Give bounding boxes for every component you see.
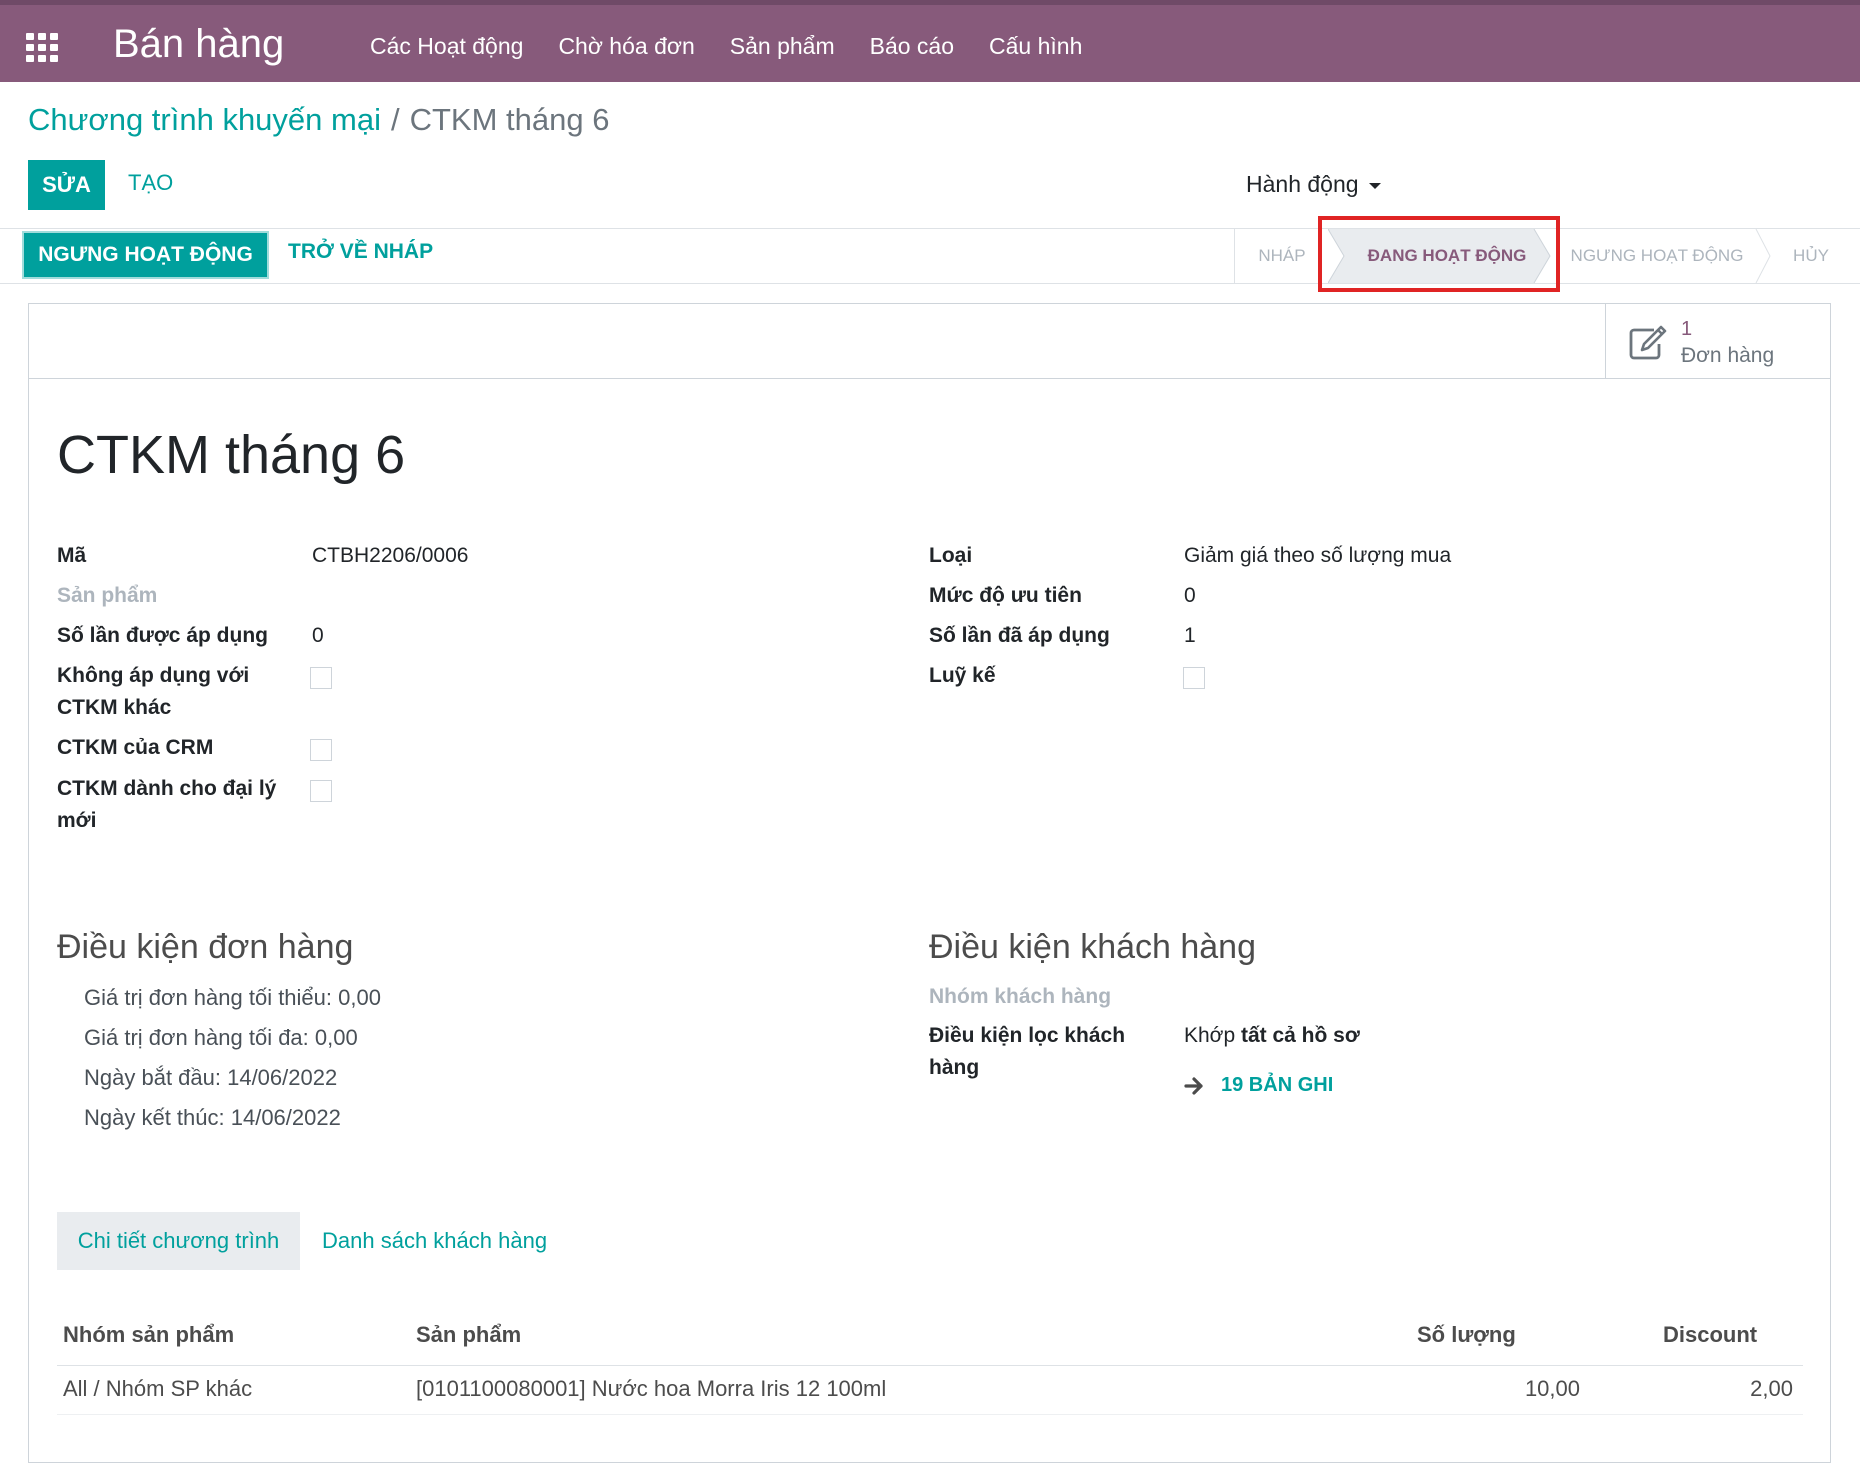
actions-label: Hành động xyxy=(1246,171,1359,197)
cell-quantity: 10,00 xyxy=(1524,1376,1580,1401)
end-date: Ngày kết thúc: 14/06/2022 xyxy=(84,1105,341,1130)
cumulative-checkbox[interactable] xyxy=(1183,667,1205,689)
stage-cancelled[interactable]: HỦY xyxy=(1776,229,1846,283)
cell-discount: 2,00 xyxy=(1750,1376,1793,1401)
orders-label: Đơn hàng xyxy=(1681,344,1775,367)
menu-item-configuration[interactable]: Cấu hình xyxy=(989,33,1082,60)
column-header-product-group[interactable]: Nhóm sản phẩm xyxy=(63,1322,234,1348)
deactivate-button[interactable]: NGƯNG HOẠT ĐỘNG xyxy=(22,231,269,279)
not-combine-label: Không áp dụng với CTKM khác xyxy=(57,664,250,719)
new-agent-label: CTKM dành cho đại lý mới xyxy=(57,777,277,832)
customer-group-label: Nhóm khách hàng xyxy=(929,985,1112,1008)
create-button[interactable]: TẠO xyxy=(128,170,173,196)
applicable-times-label: Số lần được áp dụng xyxy=(57,624,268,647)
column-header-product[interactable]: Sản phẩm xyxy=(416,1322,521,1348)
code-value: CTBH2206/0006 xyxy=(312,544,469,567)
code-label: Mã xyxy=(57,544,87,567)
edit-document-icon xyxy=(1629,325,1667,360)
order-conditions-heading: Điều kiện đơn hàng xyxy=(57,928,354,966)
priority-label: Mức độ ưu tiên xyxy=(929,584,1082,607)
column-header-quantity[interactable]: Số lượng xyxy=(1417,1322,1516,1348)
status-bar: NGƯNG HOẠT ĐỘNG TRỞ VỀ NHÁP NHÁP ĐANG HO… xyxy=(0,228,1860,284)
breadcrumb-current: CTKM tháng 6 xyxy=(409,102,610,137)
customer-conditions-heading: Điều kiện khách hàng xyxy=(929,928,1257,966)
matched-records-link[interactable]: 19 BẢN GHI xyxy=(1221,1074,1333,1097)
cell-product: [0101100080001] Nước hoa Morra Iris 12 1… xyxy=(416,1376,887,1401)
customer-filter-label: Điều kiện lọc khách hàng xyxy=(929,1024,1126,1079)
tab-customer-list[interactable]: Danh sách khách hàng xyxy=(322,1212,547,1270)
not-combine-checkbox[interactable] xyxy=(310,667,332,689)
orders-count: 1 xyxy=(1681,318,1693,340)
table-header-divider xyxy=(57,1365,1803,1366)
customer-filter-value: Khớp tất cả hồ sơ xyxy=(1184,1020,1360,1052)
applied-times-label: Số lần đã áp dụng xyxy=(929,624,1110,647)
filter-bold: tất cả hồ sơ xyxy=(1240,1024,1360,1047)
breadcrumb-parent-link[interactable]: Chương trình khuyến mại xyxy=(28,102,381,137)
orders-smart-button[interactable]: 1 Đơn hàng xyxy=(1605,304,1831,378)
form-sheet: 1 Đơn hàng CTKM tháng 6 Mã CTBH2206/0006… xyxy=(28,303,1831,1463)
applied-times-value: 1 xyxy=(1184,624,1196,647)
type-value: Giảm giá theo số lượng mua xyxy=(1184,544,1452,567)
cell-product-group: All / Nhóm SP khác xyxy=(63,1376,253,1401)
record-title: CTKM tháng 6 xyxy=(57,425,406,485)
column-header-discount[interactable]: Discount xyxy=(1663,1322,1757,1348)
annotation-highlight-box xyxy=(1318,216,1560,292)
app-title[interactable]: Bán hàng xyxy=(113,22,284,67)
crm-label: CTKM của CRM xyxy=(57,736,214,759)
caret-down-icon xyxy=(1368,182,1381,189)
priority-value: 0 xyxy=(1184,584,1196,607)
actions-dropdown[interactable]: Hành động xyxy=(1246,171,1381,198)
breadcrumb-separator: / xyxy=(390,102,400,137)
stage-draft[interactable]: NHÁP xyxy=(1236,229,1328,283)
reset-to-draft-button[interactable]: TRỞ VỀ NHÁP xyxy=(288,240,433,264)
edit-button[interactable]: SỬA xyxy=(28,160,105,210)
crm-checkbox[interactable] xyxy=(310,739,332,761)
product-label: Sản phẩm xyxy=(57,584,158,607)
stage-separator-arrow xyxy=(1755,229,1771,283)
top-navbar: Bán hàng Các Hoạt động Chờ hóa đơn Sản p… xyxy=(0,0,1860,82)
filter-prefix: Khớp xyxy=(1184,1024,1241,1047)
min-order-value: Giá trị đơn hàng tối thiểu: 0,00 xyxy=(84,985,381,1010)
main-menu: Các Hoạt động Chờ hóa đơn Sản phẩm Báo c… xyxy=(370,33,1117,60)
tab-program-details[interactable]: Chi tiết chương trình xyxy=(57,1212,300,1270)
type-label: Loại xyxy=(929,544,973,567)
max-order-value: Giá trị đơn hàng tối đa: 0,00 xyxy=(84,1025,358,1050)
button-box: 1 Đơn hàng xyxy=(29,304,1830,379)
start-date: Ngày bắt đầu: 14/06/2022 xyxy=(84,1065,338,1090)
menu-item-products[interactable]: Sản phẩm xyxy=(730,33,835,60)
arrow-right-icon xyxy=(1184,1077,1203,1095)
table-row-divider xyxy=(57,1414,1803,1415)
cumulative-label: Luỹ kế xyxy=(929,664,996,687)
new-agent-checkbox[interactable] xyxy=(310,780,332,802)
breadcrumb: Chương trình khuyến mại / CTKM tháng 6 xyxy=(28,102,609,138)
applicable-times-value: 0 xyxy=(312,624,324,647)
menu-item-activities[interactable]: Các Hoạt động xyxy=(370,33,523,60)
apps-grid-icon[interactable] xyxy=(26,33,58,62)
menu-item-to-invoice[interactable]: Chờ hóa đơn xyxy=(558,33,694,60)
menu-item-reports[interactable]: Báo cáo xyxy=(870,33,954,60)
stage-stopped[interactable]: NGƯNG HOẠT ĐỘNG xyxy=(1562,229,1752,283)
